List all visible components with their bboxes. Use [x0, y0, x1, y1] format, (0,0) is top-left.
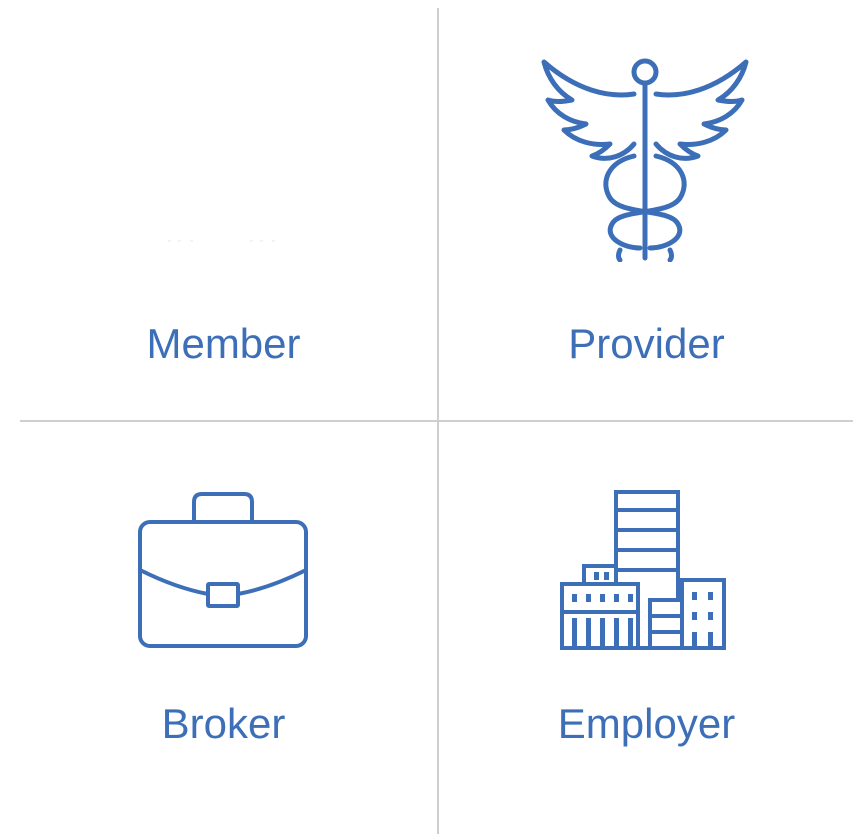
caduceus-icon [538, 52, 753, 262]
tile-member-label: Member [146, 320, 301, 367]
tile-provider-label: Provider [568, 320, 725, 367]
tile-employer-label: Employer [557, 700, 736, 747]
tile-provider[interactable]: Provider [440, 0, 853, 420]
tile-employer[interactable]: Employer [440, 422, 853, 836]
tile-broker[interactable]: Broker [20, 422, 427, 836]
member-icon [150, 60, 300, 250]
briefcase-icon [136, 490, 310, 652]
office-building-icon [558, 488, 728, 654]
tile-member[interactable]: Member [20, 0, 427, 420]
tile-broker-label: Broker [161, 700, 286, 747]
